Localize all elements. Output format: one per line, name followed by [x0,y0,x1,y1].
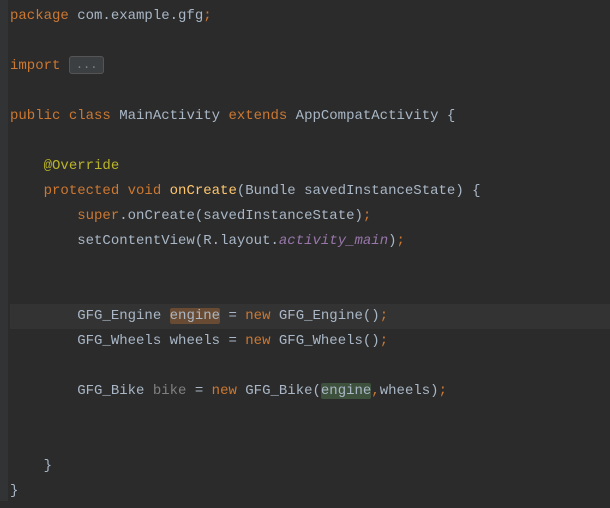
var-name-selected: engine [170,308,220,324]
equals: = [220,333,245,349]
keyword-package: package [10,8,69,24]
paren-close: ) [430,383,438,399]
code-line-blank [10,354,610,379]
code-line: } [10,479,610,504]
code-line-blank [10,129,610,154]
var-name: wheels [170,333,220,349]
code-line-blank [10,254,610,279]
semicolon: ; [380,333,388,349]
dot: . [119,208,127,224]
package-name: com.example.gfg [69,8,203,24]
ctor: GFG_Engine [279,308,363,324]
code-line-blank [10,279,610,304]
code-line-blank [10,404,610,429]
semicolon: ; [363,208,371,224]
dot: . [270,233,278,249]
ctor: GFG_Wheels [279,333,363,349]
semicolon: ; [397,233,405,249]
code-line: GFG_Wheels wheels = new GFG_Wheels(); [10,329,610,354]
code-line: protected void onCreate(Bundle savedInst… [10,179,610,204]
keyword-public: public [10,108,69,124]
code-editor[interactable]: package com.example.gfg; import ... publ… [0,0,610,508]
param-type: Bundle [245,183,304,199]
keyword-new: new [212,383,246,399]
code-line: public class MainActivity extends AppCom… [10,104,610,129]
code-line-highlighted: GFG_Engine engine = new GFG_Engine(); [10,304,610,329]
code-line: import ... [10,54,610,79]
brace: { [447,108,455,124]
var-type: GFG_Bike [77,383,153,399]
paren-open: ( [237,183,245,199]
r-class: R [203,233,211,249]
param-name: savedInstanceState [304,183,455,199]
class-name: MainActivity [119,108,228,124]
keyword-void: void [128,183,170,199]
paren-close: ) [355,208,363,224]
code-line: super.onCreate(savedInstanceState); [10,204,610,229]
code-line: @Override [10,154,610,179]
resource-id: activity_main [279,233,388,249]
dot: . [212,233,220,249]
method-call: onCreate [128,208,195,224]
method-call: setContentView [77,233,195,249]
code-line-blank [10,429,610,454]
var-type: GFG_Engine [77,308,169,324]
semicolon: ; [380,308,388,324]
layout: layout [220,233,270,249]
parens: () [363,333,380,349]
ctor: GFG_Bike [245,383,312,399]
code-line: } [10,454,610,479]
keyword-extends: extends [228,108,295,124]
paren-open: ( [313,383,321,399]
keyword-import: import [10,58,60,74]
paren-close: ) [388,233,396,249]
keyword-super: super [77,208,119,224]
arg-selected: engine [321,383,371,399]
code-line: GFG_Bike bike = new GFG_Bike(engine,whee… [10,379,610,404]
keyword-protected: protected [44,183,128,199]
argument: savedInstanceState [203,208,354,224]
keyword-class: class [69,108,119,124]
paren-close: ) [455,183,472,199]
equals: = [186,383,211,399]
parens: () [363,308,380,324]
argument: wheels [380,383,430,399]
gutter [0,0,8,501]
code-line-blank [10,79,610,104]
import-fold[interactable]: ... [69,56,105,74]
keyword-new: new [245,308,279,324]
var-type: GFG_Wheels [77,333,169,349]
superclass: AppCompatActivity [296,108,447,124]
code-line: package com.example.gfg; [10,4,610,29]
code-line: setContentView(R.layout.activity_main); [10,229,610,254]
keyword-new: new [245,333,279,349]
annotation-override: @Override [44,158,120,174]
comma: , [371,383,379,399]
equals: = [220,308,245,324]
brace: } [10,483,18,499]
paren-open: ( [195,233,203,249]
semicolon: ; [203,8,211,24]
var-name-dim: bike [153,383,187,399]
paren-open: ( [195,208,203,224]
brace: } [44,458,52,474]
code-line-blank [10,29,610,54]
method-name: onCreate [170,183,237,199]
semicolon: ; [439,383,447,399]
brace: { [472,183,480,199]
